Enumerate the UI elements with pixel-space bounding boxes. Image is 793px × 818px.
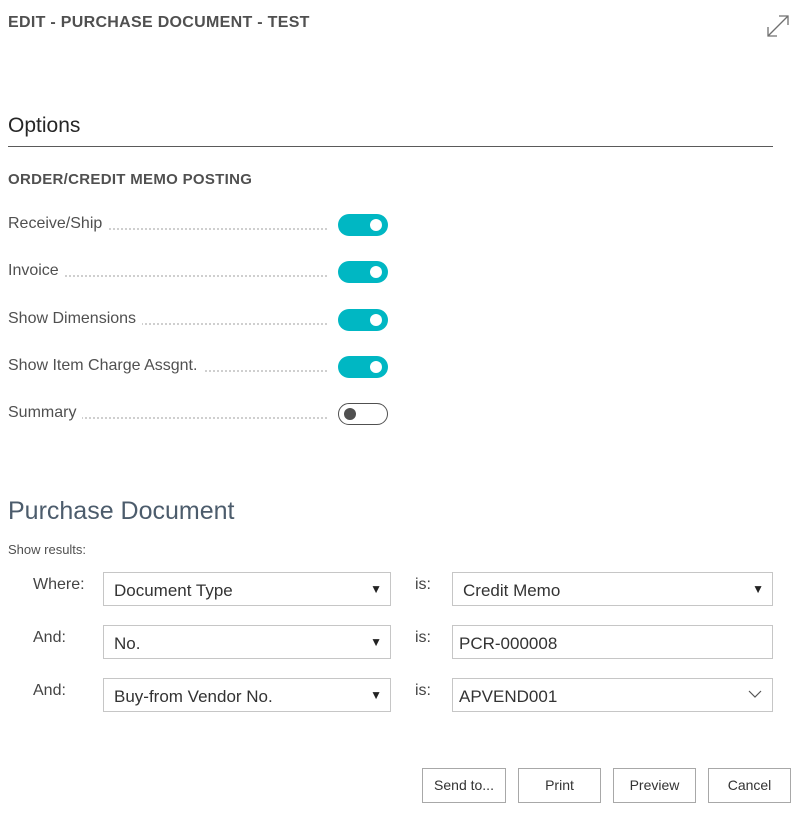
filter-field-select-2[interactable]: No. ▼ [103, 625, 391, 659]
invoice-toggle[interactable] [338, 261, 388, 283]
options-divider [8, 146, 773, 147]
option-label: Summary [8, 404, 83, 422]
dialog-title: EDIT - PURCHASE DOCUMENT - TEST [8, 14, 310, 31]
filter-and-label: And: [33, 682, 66, 699]
filter-value-input-2[interactable]: PCR-000008 [452, 625, 773, 659]
is-label: is: [415, 576, 431, 593]
send-to-button[interactable]: Send to... [422, 768, 506, 803]
filter-field-value: Buy-from Vendor No. [114, 687, 273, 706]
option-label: Invoice [8, 262, 65, 280]
print-button[interactable]: Print [518, 768, 601, 803]
show-dimensions-toggle[interactable] [338, 309, 388, 331]
filter-value-select-1[interactable]: Credit Memo ▼ [452, 572, 773, 606]
is-label: is: [415, 682, 431, 699]
purchase-document-header: Purchase Document [8, 497, 235, 525]
option-invoice: Invoice [8, 258, 393, 286]
option-label: Receive/Ship [8, 215, 109, 233]
chevron-down-icon[interactable] [748, 689, 762, 699]
filter-value-lookup-3[interactable]: APVEND001 [452, 678, 773, 712]
toggle-knob [370, 361, 382, 373]
option-label: Show Dimensions [8, 310, 143, 328]
option-receive-ship: Receive/Ship [8, 211, 393, 239]
triangle-down-icon: ▼ [370, 582, 382, 596]
toggle-knob [370, 266, 382, 278]
expand-icon[interactable] [764, 12, 792, 40]
filter-field-select-3[interactable]: Buy-from Vendor No. ▼ [103, 678, 391, 712]
option-show-dimensions: Show Dimensions [8, 306, 393, 334]
triangle-down-icon: ▼ [752, 582, 764, 596]
filter-field-value: No. [114, 634, 141, 653]
filter-field-select-1[interactable]: Document Type ▼ [103, 572, 391, 606]
option-label: Show Item Charge Assgnt. [8, 357, 204, 375]
is-label: is: [415, 629, 431, 646]
option-summary: Summary [8, 400, 393, 428]
options-header: Options [8, 114, 81, 137]
option-show-item-charge: Show Item Charge Assgnt. [8, 353, 393, 381]
summary-toggle[interactable] [338, 403, 388, 425]
triangle-down-icon: ▼ [370, 688, 382, 702]
filter-where-label: Where: [33, 576, 85, 593]
preview-button[interactable]: Preview [613, 768, 696, 803]
group-caption: ORDER/CREDIT MEMO POSTING [8, 171, 253, 188]
filter-and-label: And: [33, 629, 66, 646]
triangle-down-icon: ▼ [370, 635, 382, 649]
toggle-knob [370, 314, 382, 326]
toggle-knob [344, 408, 356, 420]
filter-value: APVEND001 [459, 687, 558, 706]
filter-field-value: Document Type [114, 581, 233, 600]
show-item-charge-toggle[interactable] [338, 356, 388, 378]
cancel-button[interactable]: Cancel [708, 768, 791, 803]
toggle-knob [370, 219, 382, 231]
filter-value: Credit Memo [463, 581, 561, 600]
show-results-label: Show results: [8, 542, 87, 557]
receive-ship-toggle[interactable] [338, 214, 388, 236]
